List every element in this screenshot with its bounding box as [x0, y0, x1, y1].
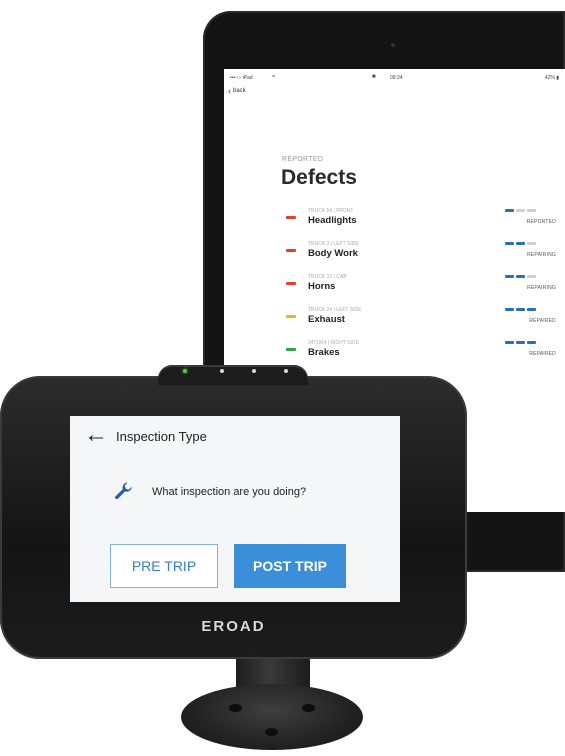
defect-name: Headlights — [308, 215, 357, 226]
defect-location: TRUCK 54 | FRONT — [308, 208, 354, 214]
status-badge: REPAIRING — [527, 252, 556, 258]
chevron-left-icon: ‹ — [228, 86, 231, 96]
defect-row[interactable]: TRUCK 12 | CAB Horns REPAIRING — [224, 274, 565, 300]
defect-row[interactable]: 24TUK4 | RIGHT SIDE Brakes REPAIRED — [224, 340, 565, 366]
back-label: back — [233, 88, 246, 94]
status-led-green — [183, 369, 187, 373]
repair-progress — [505, 341, 536, 344]
progress-segment — [516, 242, 525, 245]
progress-segment — [527, 341, 536, 344]
device-screen: ← Inspection Type What inspection are yo… — [70, 416, 400, 602]
post-trip-button[interactable]: POST TRIP — [234, 544, 346, 588]
progress-segment — [505, 209, 514, 212]
status-badge: REPAIRED — [529, 318, 556, 324]
repair-progress — [505, 209, 536, 212]
progress-segment — [527, 209, 536, 212]
status-time: 09:24 — [390, 75, 403, 81]
severity-marker — [286, 348, 296, 351]
defect-row[interactable]: TRUCK 3 | LEFT SIDE Body Work REPAIRING — [224, 241, 565, 267]
repair-progress — [505, 242, 536, 245]
status-led — [284, 369, 288, 373]
defect-name: Body Work — [308, 248, 358, 259]
defect-name: Exhaust — [308, 314, 345, 325]
defect-location: TRUCK 3 | LEFT SIDE — [308, 241, 359, 247]
severity-marker — [286, 282, 296, 285]
section-label: REPORTED — [282, 156, 324, 163]
progress-segment — [505, 275, 514, 278]
wrench-icon — [115, 482, 132, 500]
severity-marker — [286, 216, 296, 219]
carrier-label: •••○○ iPad — [230, 75, 253, 81]
back-button[interactable]: ‹ back — [228, 86, 246, 96]
severity-marker — [286, 315, 296, 318]
severity-marker — [286, 249, 296, 252]
wifi-icon: ≈ — [272, 74, 276, 80]
lock-icon: ■ — [372, 74, 376, 80]
progress-segment — [505, 242, 514, 245]
status-badge: REPAIRED — [529, 351, 556, 357]
repair-progress — [505, 308, 536, 311]
defect-location: TRUCK 24 | LEFT SIDE — [308, 307, 362, 313]
status-led — [220, 369, 224, 373]
mount-base — [181, 684, 363, 750]
status-badge: REPORTED — [526, 219, 556, 225]
defect-row[interactable]: TRUCK 54 | FRONT Headlights REPORTED — [224, 208, 565, 234]
screen-title: Inspection Type — [116, 429, 207, 444]
defect-name: Horns — [308, 281, 336, 292]
progress-segment — [527, 275, 536, 278]
back-arrow-icon[interactable]: ← — [84, 420, 108, 450]
status-bar: •••○○ iPad ≈ ■ 09:24 42% ▮ — [224, 74, 565, 83]
status-led — [252, 369, 256, 373]
progress-segment — [527, 242, 536, 245]
repair-progress — [505, 275, 536, 278]
battery-indicator: 42% ▮ — [542, 75, 559, 81]
progress-segment — [516, 341, 525, 344]
brand-logo: EROAD — [201, 618, 266, 635]
defect-location: TRUCK 12 | CAB — [308, 274, 347, 280]
progress-segment — [505, 308, 514, 311]
defect-name: Brakes — [308, 347, 340, 358]
eroad-device: ← Inspection Type What inspection are yo… — [0, 365, 467, 659]
page-title: Defects — [281, 166, 357, 189]
progress-segment — [505, 341, 514, 344]
progress-segment — [516, 308, 525, 311]
defect-location: 24TUK4 | RIGHT SIDE — [308, 340, 359, 346]
progress-segment — [527, 308, 536, 311]
camera-icon — [391, 43, 395, 47]
inspection-question: What inspection are you doing? — [152, 486, 307, 498]
mount-screw-hole — [265, 728, 278, 736]
mount-screw-hole — [302, 704, 315, 712]
pre-trip-button[interactable]: PRE TRIP — [110, 544, 218, 588]
mount-screw-hole — [229, 704, 242, 712]
progress-segment — [516, 209, 525, 212]
progress-segment — [516, 275, 525, 278]
status-badge: REPAIRING — [527, 285, 556, 291]
defect-row[interactable]: TRUCK 24 | LEFT SIDE Exhaust REPAIRED — [224, 307, 565, 333]
device-top-bar — [158, 365, 308, 385]
